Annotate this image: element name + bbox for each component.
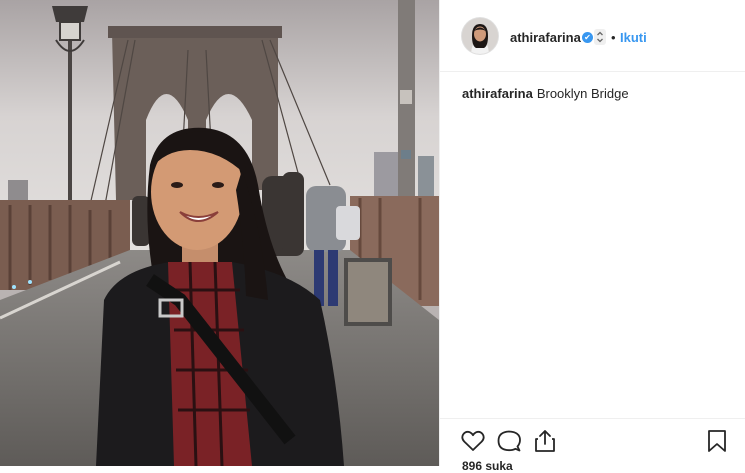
brooklyn-bridge-photo (0, 0, 439, 466)
verified-badge-icon: ✔ (582, 32, 593, 43)
separator-dot: • (611, 30, 616, 45)
options-chevron-icon[interactable] (594, 29, 606, 45)
avatar-image (462, 18, 498, 54)
comment-icon[interactable] (496, 428, 522, 454)
username[interactable]: athirafarina (510, 30, 581, 46)
post-caption: athirafarina Brooklyn Bridge (462, 86, 629, 102)
post-header: athirafarina ✔ • Ikuti (440, 0, 745, 72)
post-photo[interactable] (0, 0, 439, 466)
bookmark-icon[interactable] (704, 428, 730, 454)
caption-username[interactable]: athirafarina (462, 86, 533, 101)
share-icon[interactable] (532, 428, 558, 454)
likes-count[interactable]: 896 suka (462, 459, 513, 473)
post-side-panel: athirafarina ✔ • Ikuti athirafarina Brook… (439, 0, 745, 473)
caption-text: Brooklyn Bridge (536, 86, 629, 101)
heart-icon[interactable] (460, 428, 486, 454)
avatar[interactable] (462, 18, 498, 54)
follow-button[interactable]: Ikuti (620, 30, 647, 46)
